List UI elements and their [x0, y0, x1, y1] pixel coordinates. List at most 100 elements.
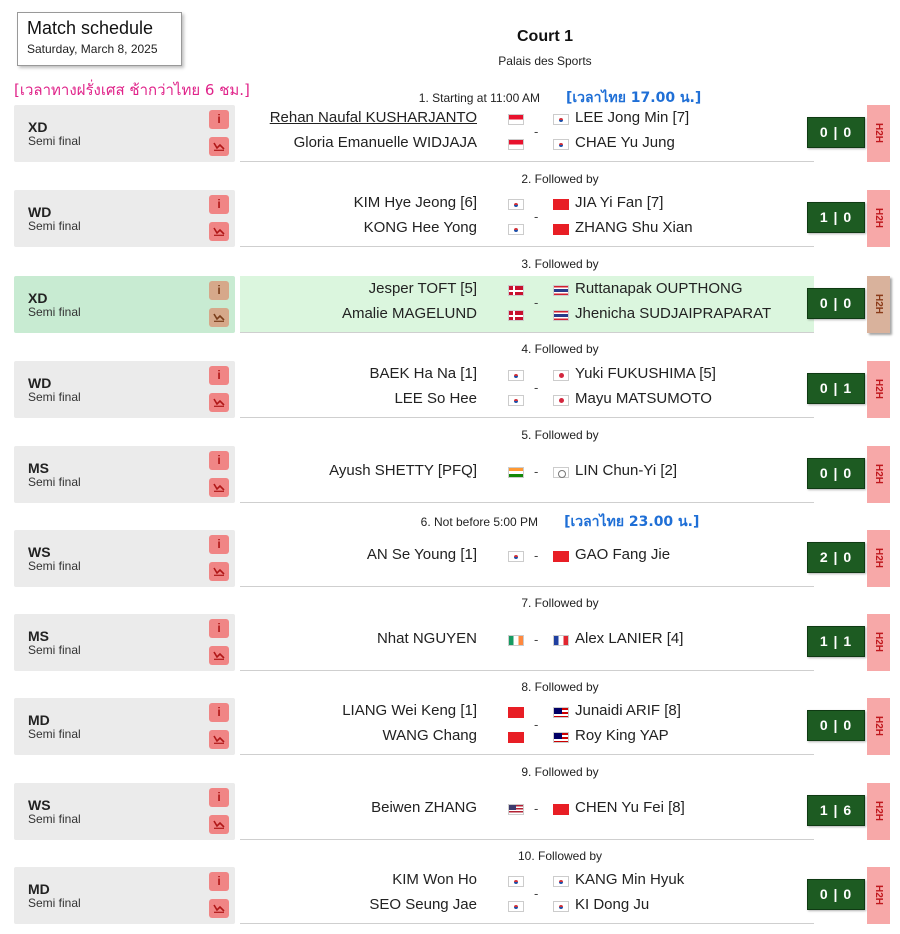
player-name[interactable]: Yuki FUKUSHIMA [5] — [575, 365, 716, 382]
flag-icon — [508, 114, 524, 125]
player-name[interactable]: LEE So Hee — [394, 390, 477, 407]
match-players: KIM Won Ho SEO Seung Jae KANG Min Hyuk KI D… — [240, 867, 814, 924]
h2h-button[interactable]: H2H — [867, 867, 890, 924]
match-order-text: 4. Followed by — [521, 342, 599, 356]
versus-dash: - — [534, 632, 539, 647]
player-name[interactable]: GAO Fang Jie — [575, 546, 670, 563]
score-badge[interactable]: 0 | 0 — [807, 288, 865, 319]
score-badge[interactable]: 1 | 1 — [807, 626, 865, 657]
versus-dash: - — [534, 295, 539, 310]
chart-icon[interactable] — [209, 393, 229, 412]
player-name[interactable]: Roy King YAP — [575, 727, 669, 744]
score-badge[interactable]: 0 | 0 — [807, 710, 865, 741]
chart-icon[interactable] — [209, 899, 229, 918]
event-code: XD — [28, 290, 48, 306]
h2h-button[interactable]: H2H — [867, 446, 890, 503]
flag-icon — [508, 804, 524, 815]
info-icon[interactable]: i — [209, 281, 229, 300]
player-name[interactable]: Amalie MAGELUND — [342, 305, 477, 322]
player-name[interactable]: KIM Won Ho — [392, 871, 477, 888]
info-icon[interactable]: i — [209, 110, 229, 129]
player-name[interactable]: CHEN Yu Fei [8] — [575, 799, 685, 816]
flag-icon — [553, 551, 569, 562]
match-order-text: 3. Followed by — [521, 257, 599, 271]
flag-icon — [553, 114, 569, 125]
score-badge[interactable]: 2 | 0 — [807, 542, 865, 573]
player-name[interactable]: ZHANG Shu Xian — [575, 219, 693, 236]
info-icon[interactable]: i — [209, 451, 229, 470]
chart-icon[interactable] — [209, 222, 229, 241]
h2h-button[interactable]: H2H — [867, 530, 890, 587]
round-name: Semi final — [28, 643, 81, 657]
chart-icon[interactable] — [209, 308, 229, 327]
player-name[interactable]: Alex LANIER [4] — [575, 630, 683, 647]
player-name[interactable]: Gloria Emanuelle WIDJAJA — [294, 134, 477, 151]
h2h-button[interactable]: H2H — [867, 783, 890, 840]
match-players: Rehan Naufal KUSHARJANTO Gloria Emanuelle… — [240, 105, 814, 162]
player-name[interactable]: Beiwen ZHANG — [371, 799, 477, 816]
player-name[interactable]: KIM Hye Jeong [6] — [354, 194, 477, 211]
score-badge[interactable]: 0 | 0 — [807, 879, 865, 910]
player-name[interactable]: LIANG Wei Keng [1] — [342, 702, 477, 719]
info-icon[interactable]: i — [209, 703, 229, 722]
round-name: Semi final — [28, 559, 81, 573]
chart-icon[interactable] — [209, 562, 229, 581]
player-name[interactable]: CHAE Yu Jung — [575, 134, 675, 151]
player-name[interactable]: BAEK Ha Na [1] — [369, 365, 477, 382]
flag-icon — [553, 370, 569, 381]
match-players: Nhat NGUYEN Alex LANIER [4] - — [240, 614, 814, 671]
info-icon[interactable]: i — [209, 195, 229, 214]
info-icon[interactable]: i — [209, 619, 229, 638]
player-name[interactable]: Ayush SHETTY [PFQ] — [329, 462, 477, 479]
chart-icon[interactable] — [209, 815, 229, 834]
match-order-text: 8. Followed by — [521, 680, 599, 694]
player-name[interactable]: AN Se Young [1] — [367, 546, 477, 563]
player-name[interactable]: KANG Min Hyuk — [575, 871, 684, 888]
score-badge[interactable]: 1 | 6 — [807, 795, 865, 826]
h2h-button[interactable]: H2H — [867, 190, 890, 247]
score-badge[interactable]: 0 | 0 — [807, 117, 865, 148]
info-icon[interactable]: i — [209, 535, 229, 554]
versus-dash: - — [534, 464, 539, 479]
h2h-button[interactable]: H2H — [867, 361, 890, 418]
player-name[interactable]: LIN Chun-Yi [2] — [575, 462, 677, 479]
match-order-text: 10. Followed by — [517, 849, 603, 863]
player-name[interactable]: JIA Yi Fan [7] — [575, 194, 663, 211]
flag-icon — [508, 395, 524, 406]
info-icon[interactable]: i — [209, 788, 229, 807]
match-order: 7. Followed by — [254, 596, 866, 610]
score-badge[interactable]: 0 | 1 — [807, 373, 865, 404]
player-name[interactable]: Junaidi ARIF [8] — [575, 702, 681, 719]
flag-icon — [508, 370, 524, 381]
score-badge[interactable]: 0 | 0 — [807, 458, 865, 489]
timezone-note: [เวลาทางฝรั่งเศส ช้ากว่าไทย 6 ชม.] — [14, 81, 250, 99]
info-icon[interactable]: i — [209, 366, 229, 385]
chart-icon[interactable] — [209, 730, 229, 749]
versus-dash: - — [534, 124, 539, 139]
h2h-button[interactable]: H2H — [867, 614, 890, 671]
event-box: XD Semi final i — [14, 276, 235, 333]
flag-icon — [508, 707, 524, 718]
player-name[interactable]: Jhenicha SUDJAIPRAPARAT — [575, 305, 771, 322]
player-name[interactable]: SEO Seung Jae — [369, 896, 477, 913]
chart-icon[interactable] — [209, 137, 229, 156]
score-badge[interactable]: 1 | 0 — [807, 202, 865, 233]
info-icon[interactable]: i — [209, 872, 229, 891]
player-name[interactable]: KI Dong Ju — [575, 896, 649, 913]
chart-icon[interactable] — [209, 646, 229, 665]
match-order: 4. Followed by — [254, 342, 866, 356]
player-name[interactable]: WANG Chang — [383, 727, 477, 744]
player-name[interactable]: Jesper TOFT [5] — [369, 280, 477, 297]
player-name[interactable]: LEE Jong Min [7] — [575, 109, 689, 126]
h2h-button[interactable]: H2H — [867, 698, 890, 755]
h2h-button[interactable]: H2H — [867, 105, 890, 162]
player-name[interactable]: Rehan Naufal KUSHARJANTO — [270, 109, 477, 126]
player-name[interactable]: KONG Hee Yong — [364, 219, 477, 236]
player-name[interactable]: Mayu MATSUMOTO — [575, 390, 712, 407]
chart-icon[interactable] — [209, 478, 229, 497]
h2h-button[interactable]: H2H — [867, 276, 890, 333]
match-order: 3. Followed by — [254, 257, 866, 271]
player-name[interactable]: Nhat NGUYEN — [377, 630, 477, 647]
flag-icon — [508, 285, 524, 296]
player-name[interactable]: Ruttanapak OUPTHONG — [575, 280, 743, 297]
